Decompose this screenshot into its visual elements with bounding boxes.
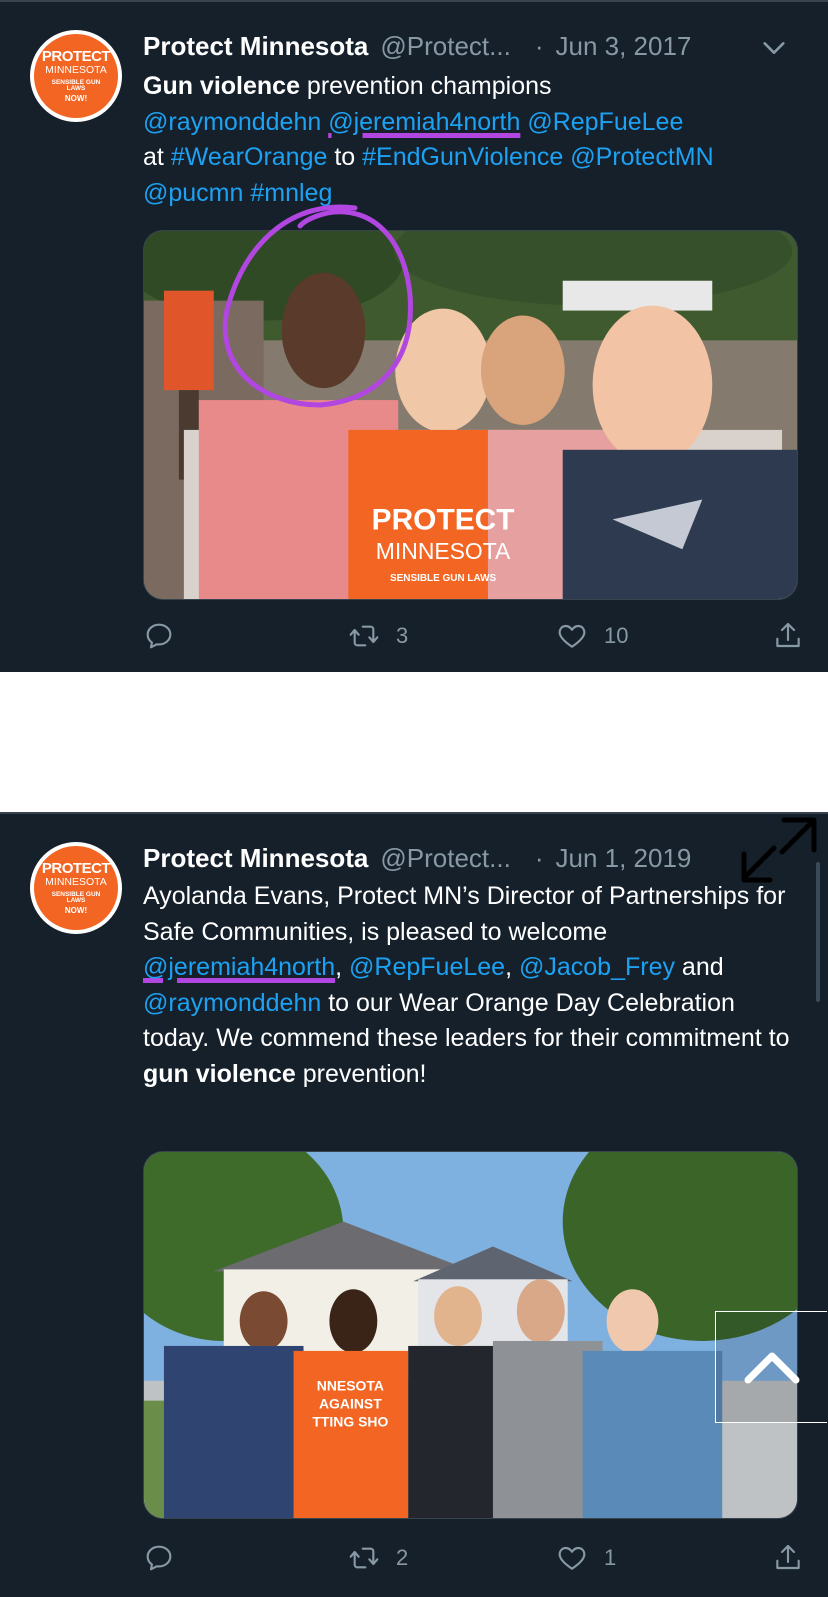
tweet-card[interactable]: PROTECT MINNESOTA SENSIBLE GUN LAWS NOW!… [0, 812, 828, 1597]
mention-link[interactable]: @raymonddehn [143, 108, 321, 136]
avatar-logo-text: MINNESOTA [45, 64, 107, 77]
avatar-logo-text: NOW! [64, 93, 88, 103]
share-icon [776, 1544, 800, 1570]
author-name[interactable]: Protect Minnesota [143, 31, 368, 62]
avatar-logo-text: SENSIBLE GUN LAWS [51, 890, 101, 905]
separator-dot: · [534, 842, 544, 873]
shirt-text: MINNESOTA [376, 538, 511, 564]
shirt-text: PROTECT [372, 503, 515, 536]
avatar-logo: PROTECT MINNESOTA SENSIBLE GUN LAWS NOW! [34, 846, 118, 930]
hashtag-link[interactable]: #WearOrange [171, 143, 328, 171]
mention-link[interactable]: @jeremiah4north [328, 108, 520, 136]
mention-link[interactable]: @jeremiah4north [143, 953, 335, 981]
reply-icon [146, 1545, 172, 1571]
hashtag-link[interactable]: #mnleg [250, 179, 332, 207]
text-segment: , [505, 953, 519, 981]
tweet-photo[interactable]: NNESOTA AGAINST TTING SHO [143, 1151, 798, 1519]
tweet-text: Ayolanda Evans, Protect MN’s Director of… [143, 879, 804, 1092]
avatar-logo-text: NOW! [64, 905, 88, 915]
tweet-date[interactable]: Jun 1, 2019 [555, 843, 691, 874]
text-segment: , [335, 953, 350, 981]
avatar-logo-text: MINNESOTA [45, 876, 107, 889]
like-icon [558, 624, 586, 648]
share-icon [776, 622, 800, 648]
tweet-header: Protect Minnesota @Protect... · Jun 1, 2… [143, 840, 808, 876]
avatar[interactable]: PROTECT MINNESOTA SENSIBLE GUN LAWS NOW! [30, 842, 122, 934]
bold-text: gun violence [143, 1059, 296, 1088]
retweet-button[interactable]: 3 [348, 616, 408, 656]
retweet-icon [349, 625, 379, 647]
mention-link[interactable]: @ProtectMN [570, 143, 713, 171]
tweet-header: Protect Minnesota @Protect... · Jun 3, 2… [143, 28, 808, 64]
action-bar: 2 1 [143, 1538, 804, 1578]
like-button[interactable]: 10 [556, 616, 628, 656]
separator-dot: · [534, 30, 544, 61]
text-segment: prevention champions [299, 72, 552, 100]
tweet-date[interactable]: Jun 3, 2017 [555, 31, 691, 62]
reply-icon [146, 623, 172, 649]
shirt-text: AGAINST [319, 1396, 382, 1412]
shirt-text: NNESOTA [317, 1378, 384, 1394]
text-segment: to [334, 143, 356, 171]
author-name[interactable]: Protect Minnesota [143, 843, 368, 874]
scroll-top-button[interactable] [715, 1311, 827, 1423]
scroll-top-icon [744, 1352, 799, 1384]
share-button[interactable] [772, 616, 804, 656]
reply-button[interactable] [143, 616, 175, 656]
text-segment: Ayolanda Evans, Protect MN’s Director of… [143, 882, 786, 946]
author-handle[interactable]: @Protect... [380, 31, 510, 62]
photo-illustration: PROTECT MINNESOTA SENSIBLE GUN LAWS [144, 231, 797, 599]
like-button[interactable]: 1 [556, 1538, 616, 1578]
retweet-count: 2 [396, 1545, 409, 1570]
mention-link[interactable]: @RepFueLee [349, 953, 505, 981]
like-count: 10 [604, 623, 629, 648]
shirt-text: TTING SHO [312, 1414, 388, 1430]
avatar-logo-text: PROTECT [41, 860, 111, 878]
share-button[interactable] [772, 1538, 804, 1578]
retweet-button[interactable]: 2 [348, 1538, 408, 1578]
tweet-photo[interactable]: PROTECT MINNESOTA SENSIBLE GUN LAWS [143, 230, 798, 600]
mention-link[interactable]: @raymonddehn [143, 989, 321, 1017]
mention-link[interactable]: @Jacob_Frey [519, 953, 675, 981]
tweet-text: Gun violence prevention champions @raymo… [143, 69, 804, 211]
retweet-icon [349, 1547, 379, 1569]
hashtag-link[interactable]: #EndGunViolence [362, 143, 563, 171]
expand-icon[interactable] [740, 814, 818, 886]
text-segment: at [143, 143, 164, 171]
bold-text: Gun violence [143, 72, 300, 100]
tweet-card[interactable]: PROTECT MINNESOTA SENSIBLE GUN LAWS NOW!… [0, 0, 828, 672]
shirt-text: SENSIBLE GUN LAWS [390, 573, 497, 584]
like-icon [558, 1546, 586, 1570]
like-count: 1 [604, 1545, 617, 1570]
mention-link[interactable]: @pucmn [143, 179, 243, 207]
action-bar: 3 10 [143, 616, 804, 656]
mention-link[interactable]: @RepFueLee [527, 108, 683, 136]
photo-illustration: NNESOTA AGAINST TTING SHO [144, 1152, 797, 1518]
text-segment: prevention! [295, 1059, 427, 1088]
author-handle[interactable]: @Protect... [380, 843, 510, 874]
reply-button[interactable] [143, 1538, 175, 1578]
scroll-indicator[interactable] [816, 862, 820, 1002]
retweet-count: 3 [396, 623, 409, 648]
text-segment: and [674, 953, 724, 981]
avatar-logo-text: PROTECT [41, 48, 111, 66]
avatar-logo-text: SENSIBLE GUN LAWS [51, 78, 101, 93]
chevron-down-icon[interactable] [760, 34, 788, 62]
avatar[interactable]: PROTECT MINNESOTA SENSIBLE GUN LAWS NOW! [30, 30, 122, 122]
avatar-logo: PROTECT MINNESOTA SENSIBLE GUN LAWS NOW! [34, 34, 118, 118]
